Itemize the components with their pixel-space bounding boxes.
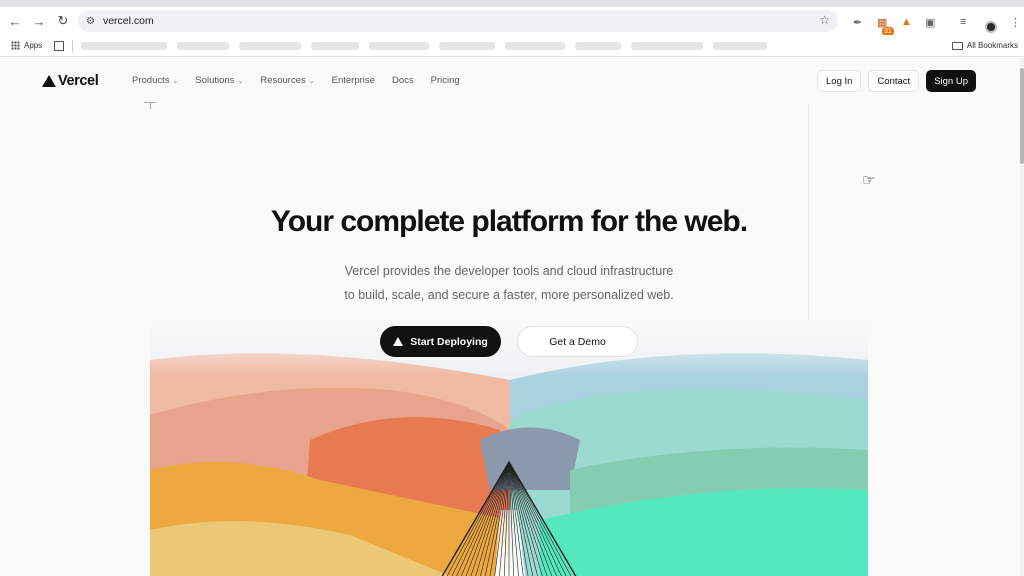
auth-buttons: Log In Contact Sign Up [817,70,976,92]
menu-label: Pricing [430,75,460,86]
menu-kebab-icon[interactable]: ⋮ [1010,16,1021,29]
bookmark-item[interactable] [239,41,302,50]
start-deploying-button[interactable]: Start Deploying [380,326,501,357]
pen-extension-icon[interactable]: ✒ [853,16,862,29]
hero-prism-art [150,320,868,576]
bookmark-item[interactable] [575,41,622,50]
menu-pricing[interactable]: Pricing [431,75,460,86]
bookmark-item[interactable] [439,41,496,50]
browser-tab-strip [0,0,1024,7]
page-scrollbar[interactable] [1020,58,1024,576]
bookmark-item[interactable] [81,41,168,50]
bookmark-item[interactable] [369,41,430,50]
puzzle-extensions-icon[interactable]: ▣ [925,16,935,29]
apps-bookmark[interactable]: Apps [11,41,42,50]
bookmarks-bar: Apps All Bookmarks [0,35,1024,57]
hero-cta-group: Start Deploying Get a Demo [380,326,638,357]
scrollbar-thumb[interactable] [1020,68,1024,164]
hero-subtitle-line: to build, scale, and secure a faster, mo… [344,288,674,302]
all-bookmarks-label: All Bookmarks [966,41,1018,50]
reload-icon[interactable]: ↻ [52,10,74,32]
site-info-icon[interactable]: ⚙ [86,16,95,27]
bookmark-item[interactable] [311,41,360,50]
blurred-bookmarks [81,41,768,50]
bookmark-star-icon[interactable]: ☆ [819,13,830,27]
all-bookmarks[interactable]: All Bookmarks [951,41,1018,50]
menu-label: Products [132,75,170,86]
vercel-page: Vercel Products ⌄ Solutions ⌄ Resources … [0,58,1020,576]
brand-name: Vercel [58,73,99,89]
url-text[interactable]: vercel.com [103,15,154,27]
grid-crosshair [150,102,151,109]
mouse-cursor-icon: ☞ [862,172,876,189]
bookmark-item[interactable] [505,41,566,50]
main-menu: Products ⌄ Solutions ⌄ Resources ⌄ Enter… [132,75,477,86]
chevron-down-icon: ⌄ [172,77,179,85]
apps-label: Apps [24,41,43,50]
media-queue-icon[interactable]: ≡ [960,16,966,28]
menu-resources[interactable]: Resources ⌄ [260,75,314,86]
hero-title: Your complete platform for the web. [270,205,748,238]
tab-groups-icon[interactable] [54,40,65,51]
bookmark-item[interactable] [713,41,768,50]
vercel-triangle-icon [42,75,56,87]
fox-extension-icon[interactable]: ▲ [901,16,912,28]
apps-grid-icon [11,41,20,50]
menu-solutions[interactable]: Solutions ⌄ [195,75,243,86]
bookmark-item[interactable] [177,41,230,50]
address-bar[interactable]: ⚙ vercel.com ☆ [78,10,838,32]
menu-docs[interactable]: Docs [392,75,414,86]
forward-arrow-icon[interactable]: → [28,10,50,32]
profile-avatar[interactable] [985,21,997,33]
vercel-triangle-icon [393,337,404,346]
contact-button[interactable]: Contact [868,70,920,92]
bookmarks-divider [72,39,74,52]
chevron-down-icon: ⌄ [308,77,315,85]
vercel-logo[interactable]: Vercel [42,73,99,89]
menu-label: Solutions [195,75,235,86]
chevron-down-icon: ⌄ [237,77,244,85]
hero-subtitle: Vercel provides the developer tools and … [0,259,1018,307]
hero-subtitle-line: Vercel provides the developer tools and … [344,264,674,278]
menu-label: Enterprise [331,75,375,86]
menu-label: Resources [260,75,306,86]
site-header: Vercel Products ⌄ Solutions ⌄ Resources … [0,58,1020,104]
folder-icon [951,41,963,50]
browser-toolbar: ← → ↻ ⚙ vercel.com ☆ ✒ ▦ 31 ▲ ▣ ≡ ⋮ [0,7,1024,36]
bookmark-item[interactable] [631,41,704,50]
menu-label: Docs [391,75,414,86]
get-a-demo-button[interactable]: Get a Demo [517,326,638,357]
menu-products[interactable]: Products ⌄ [132,75,178,86]
signup-button[interactable]: Sign Up [926,70,976,92]
back-arrow-icon[interactable]: ← [4,10,26,32]
menu-enterprise[interactable]: Enterprise [332,75,375,86]
login-button[interactable]: Log In [817,70,862,92]
start-deploying-label: Start Deploying [410,335,488,348]
